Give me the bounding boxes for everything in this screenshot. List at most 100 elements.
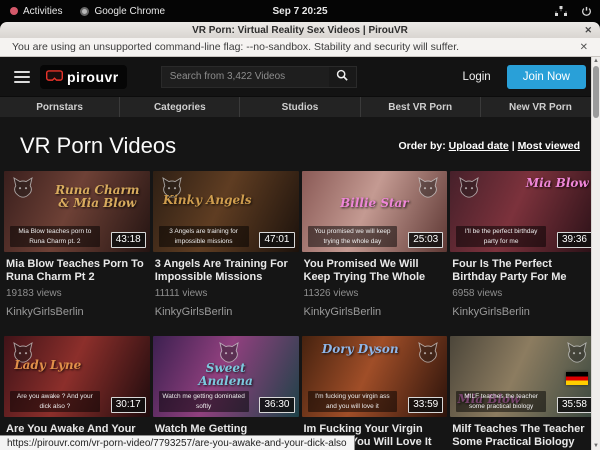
video-card: Runa Charm & Mia Blow Mia Blow teaches p… bbox=[4, 171, 150, 318]
screen: Activities Google Chrome Sep 7 20:25 VR … bbox=[0, 0, 600, 450]
browser-viewport: pirouvr Login Join Now Pornstars Categor… bbox=[0, 57, 600, 450]
sandbox-warning-bar: You are using an unsupported command-lin… bbox=[0, 38, 600, 57]
search-bar bbox=[161, 66, 357, 88]
search-icon bbox=[336, 68, 348, 86]
video-views: 11326 views bbox=[304, 288, 446, 299]
order-by: Order by: Upload date | Most viewed bbox=[398, 140, 580, 152]
nav-item-pornstars[interactable]: Pornstars bbox=[0, 97, 120, 117]
main-nav: Pornstars Categories Studios Best VR Por… bbox=[0, 96, 600, 117]
nav-item-categories[interactable]: Categories bbox=[120, 97, 240, 117]
os-taskbar: Activities Google Chrome Sep 7 20:25 bbox=[0, 0, 600, 22]
video-views: 19183 views bbox=[6, 288, 148, 299]
clock[interactable]: Sep 7 20:25 bbox=[272, 6, 327, 17]
site-logo[interactable]: pirouvr bbox=[40, 65, 127, 89]
page-header: VR Porn Videos Order by: Upload date | M… bbox=[0, 117, 600, 169]
video-title-link[interactable]: You Promised We Will Keep Trying The Who… bbox=[304, 258, 446, 284]
thumbnail-overlay-title: Mia Blow bbox=[526, 177, 589, 190]
page-title: VR Porn Videos bbox=[20, 133, 176, 159]
studio-cat-logo-icon bbox=[416, 176, 440, 203]
duration-badge: 47:01 bbox=[259, 232, 294, 248]
thumbnail-caption: You promised we will keep trying the who… bbox=[308, 226, 398, 247]
window-title: VR Porn: Virtual Reality Sex Videos | Pi… bbox=[192, 25, 408, 36]
page-scrollbar[interactable]: ▲ ▼ bbox=[591, 57, 600, 450]
video-card: Billie Star You promised we will keep tr… bbox=[302, 171, 448, 318]
menu-icon[interactable] bbox=[14, 68, 30, 86]
video-thumbnail[interactable]: Mia Blow MILF teaches the teacher some p… bbox=[450, 336, 596, 417]
window-close-icon[interactable]: ✕ bbox=[584, 25, 592, 36]
network-icon[interactable] bbox=[555, 6, 567, 17]
video-card: Mia Blow MILF teaches the teacher some p… bbox=[450, 336, 596, 450]
chrome-taskbar-button[interactable]: Google Chrome bbox=[80, 6, 165, 17]
video-views: 6958 views bbox=[452, 288, 594, 299]
thumbnail-overlay-title: Lady Lyne bbox=[14, 359, 81, 372]
recording-dot-icon bbox=[10, 7, 18, 15]
thumbnail-caption: Mia Blow teaches porn to Runa Charm pt. … bbox=[10, 226, 100, 247]
search-button[interactable] bbox=[329, 66, 357, 88]
video-thumbnail[interactable]: Mia Blow I'll be the perfect birthday pa… bbox=[450, 171, 596, 252]
login-link[interactable]: Login bbox=[457, 67, 497, 87]
warning-text: You are using an unsupported command-lin… bbox=[12, 41, 459, 53]
thumbnail-caption: I'll be the perfect birthday party for m… bbox=[456, 226, 546, 247]
video-card: Lady Lyne Are you awake ? And your dick … bbox=[4, 336, 150, 450]
order-separator: | bbox=[512, 140, 515, 152]
nav-item-best-vr[interactable]: Best VR Porn bbox=[361, 97, 481, 117]
thumbnail-caption: Are you awake ? And your dick also ? bbox=[10, 391, 100, 412]
duration-badge: 30:17 bbox=[111, 397, 146, 413]
scroll-up-icon[interactable]: ▲ bbox=[592, 58, 600, 64]
activities-label: Activities bbox=[23, 6, 62, 17]
video-studio-link[interactable]: KinkyGirlsBerlin bbox=[304, 306, 446, 318]
site-logo-text: pirouvr bbox=[67, 69, 119, 85]
studio-cat-logo-icon bbox=[11, 176, 35, 203]
chrome-icon bbox=[80, 7, 89, 16]
studio-cat-logo-icon bbox=[416, 341, 440, 368]
video-card: Mia Blow I'll be the perfect birthday pa… bbox=[450, 171, 596, 318]
search-input[interactable] bbox=[161, 66, 329, 88]
thumbnail-overlay-title: Kinky Angels bbox=[163, 194, 252, 207]
video-card: Kinky Angels 3 Angels are training for i… bbox=[153, 171, 299, 318]
video-title-link[interactable]: 3 Angels Are Training For Impossible Mis… bbox=[155, 258, 297, 284]
vr-goggles-icon bbox=[46, 68, 63, 86]
thumbnail-caption: 3 Angels are training for impossible mis… bbox=[159, 226, 249, 247]
video-thumbnail[interactable]: Billie Star You promised we will keep tr… bbox=[302, 171, 448, 252]
duration-badge: 43:18 bbox=[111, 232, 146, 248]
video-thumbnail[interactable]: Kinky Angels 3 Angels are training for i… bbox=[153, 171, 299, 252]
duration-badge: 36:30 bbox=[259, 397, 294, 413]
thumbnail-caption: Watch me getting dominated softly bbox=[159, 391, 249, 412]
scrollbar-thumb[interactable] bbox=[593, 66, 599, 118]
window-titlebar[interactable]: VR Porn: Virtual Reality Sex Videos | Pi… bbox=[0, 22, 600, 38]
nav-item-new-vr[interactable]: New VR Porn bbox=[481, 97, 600, 117]
order-most-viewed-link[interactable]: Most viewed bbox=[518, 140, 580, 152]
video-title-link[interactable]: Mia Blow Teaches Porn To Runa Charm Pt 2 bbox=[6, 258, 148, 284]
power-icon[interactable] bbox=[581, 6, 592, 17]
warning-close-icon[interactable]: ✕ bbox=[580, 42, 588, 53]
duration-badge: 39:36 bbox=[557, 232, 592, 248]
video-thumbnail[interactable]: Lady Lyne Are you awake ? And your dick … bbox=[4, 336, 150, 417]
studio-cat-logo-icon bbox=[565, 341, 589, 368]
video-studio-link[interactable]: KinkyGirlsBerlin bbox=[6, 306, 148, 318]
studio-cat-logo-icon bbox=[457, 176, 481, 203]
duration-badge: 33:59 bbox=[408, 397, 443, 413]
video-title-link[interactable]: Milf Teaches The Teacher Some Practical … bbox=[452, 423, 594, 449]
thumbnail-overlay-title: Dory Dyson bbox=[322, 343, 399, 356]
order-upload-date-link[interactable]: Upload date bbox=[449, 140, 509, 152]
thumbnail-overlay-title: Billie Star bbox=[329, 197, 419, 210]
scroll-down-icon[interactable]: ▼ bbox=[592, 443, 600, 449]
chrome-label: Google Chrome bbox=[94, 6, 165, 17]
video-card: Dory Dyson I'm fucking your virgin ass a… bbox=[302, 336, 448, 450]
video-studio-link[interactable]: KinkyGirlsBerlin bbox=[155, 306, 297, 318]
thumbnail-overlay-title: Runa Charm & Mia Blow bbox=[52, 184, 142, 209]
video-title-link[interactable]: Four Is The Perfect Birthday Party For M… bbox=[452, 258, 594, 284]
german-flag-icon bbox=[566, 372, 588, 385]
activities-button[interactable]: Activities bbox=[10, 6, 62, 17]
site-header: pirouvr Login Join Now bbox=[0, 57, 600, 96]
duration-badge: 35:58 bbox=[557, 397, 592, 413]
join-now-button[interactable]: Join Now bbox=[507, 65, 586, 89]
video-card: Sweet Analena Watch me getting dominated… bbox=[153, 336, 299, 450]
nav-item-studios[interactable]: Studios bbox=[240, 97, 360, 117]
video-studio-link[interactable]: KinkyGirlsBerlin bbox=[452, 306, 594, 318]
video-thumbnail[interactable]: Sweet Analena Watch me getting dominated… bbox=[153, 336, 299, 417]
video-thumbnail[interactable]: Dory Dyson I'm fucking your virgin ass a… bbox=[302, 336, 448, 417]
link-preview-statusbar: https://pirouvr.com/vr-porn-video/779325… bbox=[0, 435, 355, 450]
video-thumbnail[interactable]: Runa Charm & Mia Blow Mia Blow teaches p… bbox=[4, 171, 150, 252]
thumbnail-caption: I'm fucking your virgin ass and you will… bbox=[308, 391, 398, 412]
